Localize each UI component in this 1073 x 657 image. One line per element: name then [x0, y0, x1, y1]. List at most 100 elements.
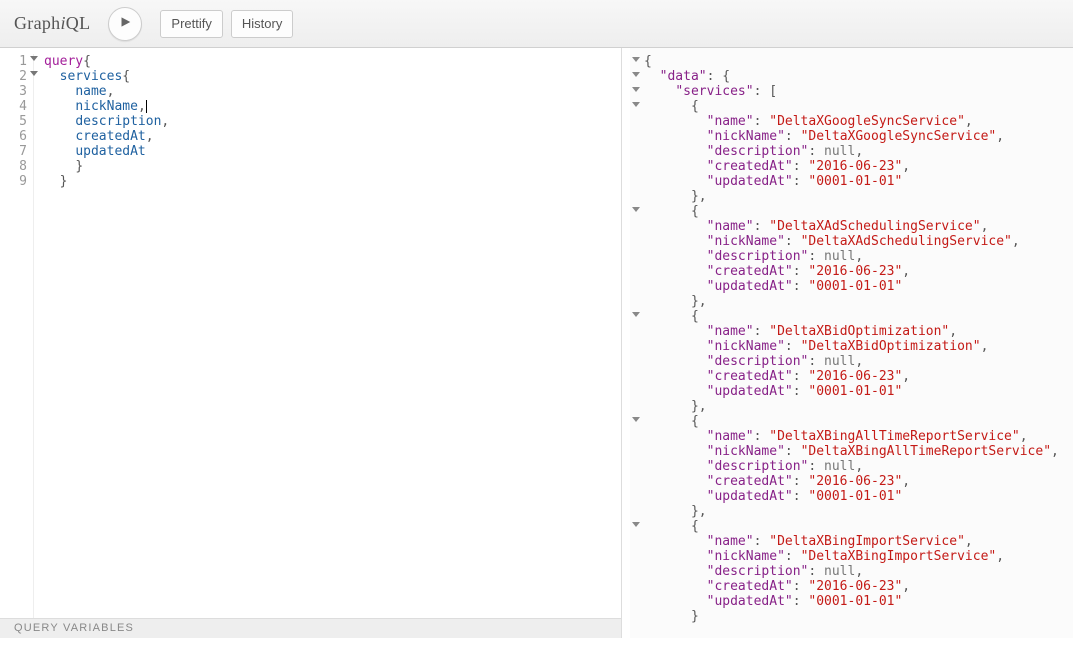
result-gutter-line — [630, 129, 644, 144]
result-line: "createdAt": "2016-06-23", — [644, 474, 1059, 489]
result-gutter-line — [630, 264, 644, 279]
fold-arrow-icon[interactable] — [632, 57, 640, 62]
result-gutter-line — [630, 489, 644, 504]
result-line: "name": "DeltaXGoogleSyncService", — [644, 114, 1059, 129]
result-line: "description": null, — [644, 354, 1059, 369]
logo: GraphiQL — [14, 13, 90, 34]
query-editor[interactable]: 123456789 query{ services{ name, nickNam… — [0, 48, 621, 618]
fold-arrow-icon[interactable] — [632, 312, 640, 317]
result-line: { — [644, 204, 1059, 219]
result-gutter-line — [630, 384, 644, 399]
code-line[interactable]: createdAt, — [44, 129, 169, 144]
line-number: 7 — [0, 144, 27, 159]
fold-arrow-icon[interactable] — [632, 102, 640, 107]
result-line: "nickName": "DeltaXGoogleSyncService", — [644, 129, 1059, 144]
query-code[interactable]: query{ services{ name, nickName, descrip… — [34, 54, 169, 618]
result-gutter-line — [630, 84, 644, 99]
result-line: "nickName": "DeltaXBingImportService", — [644, 549, 1059, 564]
toolbar-buttons: Prettify History — [160, 10, 293, 38]
code-line[interactable]: updatedAt — [44, 144, 169, 159]
result-line: } — [644, 609, 1059, 624]
result-line: "createdAt": "2016-06-23", — [644, 369, 1059, 384]
play-icon — [118, 15, 132, 32]
result-gutter-line — [630, 54, 644, 69]
code-line[interactable]: query{ — [44, 54, 169, 69]
text-cursor — [146, 100, 147, 113]
result-gutter-line — [630, 144, 644, 159]
result-gutter-line — [630, 159, 644, 174]
result-gutter-line — [630, 204, 644, 219]
query-gutter: 123456789 — [0, 54, 34, 618]
result-gutter-line — [630, 234, 644, 249]
query-variables-label: Query Variables — [14, 622, 134, 634]
result-line: "createdAt": "2016-06-23", — [644, 159, 1059, 174]
result-gutter-line — [630, 609, 644, 624]
result-gutter-line — [630, 579, 644, 594]
result-gutter-line — [630, 309, 644, 324]
result-gutter-line — [630, 114, 644, 129]
line-number: 1 — [0, 54, 27, 69]
result-gutter-line — [630, 519, 644, 534]
prettify-button[interactable]: Prettify — [160, 10, 222, 38]
result-gutter-line — [630, 549, 644, 564]
result-gutter-line — [630, 174, 644, 189]
result-gutter-line — [630, 69, 644, 84]
result-line: "name": "DeltaXBingAllTimeReportService"… — [644, 429, 1059, 444]
code-line[interactable]: nickName, — [44, 99, 169, 114]
result-pane[interactable]: { "data": { "services": [ { "name": "Del… — [630, 48, 1073, 638]
fold-arrow-icon[interactable] — [30, 56, 38, 61]
result-line: "description": null, — [644, 459, 1059, 474]
query-variables-bar[interactable]: Query Variables — [0, 618, 621, 638]
line-number: 4 — [0, 99, 27, 114]
line-number: 6 — [0, 129, 27, 144]
result-gutter-line — [630, 459, 644, 474]
result-line: "name": "DeltaXBingImportService", — [644, 534, 1059, 549]
result-gutter-line — [630, 564, 644, 579]
fold-arrow-icon[interactable] — [632, 72, 640, 77]
fold-arrow-icon[interactable] — [632, 207, 640, 212]
result-line: "createdAt": "2016-06-23", — [644, 264, 1059, 279]
result-line: "updatedAt": "0001-01-01" — [644, 384, 1059, 399]
result-gutter-line — [630, 354, 644, 369]
code-line[interactable]: services{ — [44, 69, 169, 84]
result-line: }, — [644, 504, 1059, 519]
code-line[interactable]: } — [44, 174, 169, 189]
result-line: "description": null, — [644, 249, 1059, 264]
result-gutter-line — [630, 414, 644, 429]
fold-arrow-icon[interactable] — [632, 522, 640, 527]
result-gutter-line — [630, 444, 644, 459]
result-line: "updatedAt": "0001-01-01" — [644, 174, 1059, 189]
result-line: "updatedAt": "0001-01-01" — [644, 489, 1059, 504]
result-line: { — [644, 309, 1059, 324]
result-gutter-line — [630, 399, 644, 414]
fold-arrow-icon[interactable] — [632, 417, 640, 422]
line-number: 8 — [0, 159, 27, 174]
result-gutter-line — [630, 249, 644, 264]
fold-arrow-icon[interactable] — [30, 71, 38, 76]
pane-resize-handle[interactable] — [622, 48, 630, 638]
result-line: }, — [644, 189, 1059, 204]
result-code: { "data": { "services": [ { "name": "Del… — [644, 54, 1059, 632]
result-line: { — [644, 414, 1059, 429]
result-gutter-line — [630, 474, 644, 489]
result-line: }, — [644, 399, 1059, 414]
result-line: { — [644, 54, 1059, 69]
execute-button[interactable] — [108, 7, 142, 41]
code-line[interactable]: } — [44, 159, 169, 174]
code-line[interactable]: name, — [44, 84, 169, 99]
result-gutter-line — [630, 99, 644, 114]
result-gutter-line — [630, 534, 644, 549]
result-line: "description": null, — [644, 144, 1059, 159]
code-line[interactable]: description, — [44, 114, 169, 129]
line-number: 3 — [0, 84, 27, 99]
result-gutter-line — [630, 294, 644, 309]
fold-arrow-icon[interactable] — [632, 87, 640, 92]
result-gutter-line — [630, 504, 644, 519]
main-area: 123456789 query{ services{ name, nickNam… — [0, 48, 1073, 638]
result-line: "updatedAt": "0001-01-01" — [644, 279, 1059, 294]
result-line: "description": null, — [644, 564, 1059, 579]
result-gutter-line — [630, 594, 644, 609]
history-button[interactable]: History — [231, 10, 293, 38]
result-line: "nickName": "DeltaXAdSchedulingService", — [644, 234, 1059, 249]
line-number: 5 — [0, 114, 27, 129]
